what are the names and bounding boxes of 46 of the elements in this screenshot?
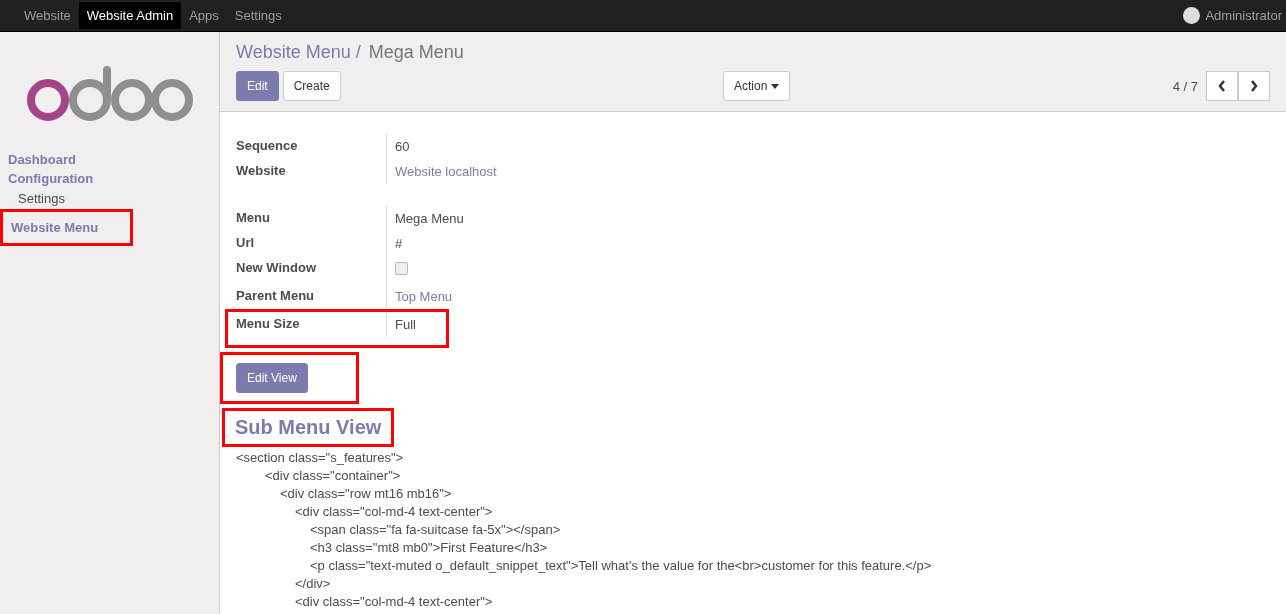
create-button[interactable]: Create bbox=[282, 71, 341, 101]
top-menu-item[interactable]: Website Admin bbox=[78, 2, 182, 29]
code-line: <section class="s_features"> bbox=[236, 449, 405, 467]
next-button[interactable] bbox=[1238, 71, 1270, 101]
field-link[interactable]: Website localhost bbox=[386, 159, 736, 184]
field-label: Parent Menu bbox=[236, 287, 315, 305]
checkbox[interactable] bbox=[395, 262, 408, 275]
breadcrumb-current: Mega Menu bbox=[368, 42, 464, 63]
previous-button[interactable] bbox=[1206, 71, 1238, 101]
action-dropdown[interactable]: Action bbox=[723, 71, 791, 101]
edit-view-button[interactable]: Edit View bbox=[236, 363, 308, 393]
code-line: <span class="fa fa-suitcase fa-5x"></span> bbox=[309, 521, 562, 539]
chevron-right-icon bbox=[1250, 80, 1258, 92]
sidebar-item[interactable]: Settings bbox=[0, 188, 219, 209]
code-line: <div class="col-md-4 text-center"> bbox=[294, 593, 494, 611]
field-label: Url bbox=[236, 234, 256, 252]
field-value: Full bbox=[386, 312, 446, 337]
field-label: Website bbox=[236, 162, 287, 180]
chevron-left-icon bbox=[1218, 80, 1226, 92]
pager-counter: 4 / 7 bbox=[1172, 78, 1198, 94]
sidebar-item[interactable]: Configuration bbox=[0, 169, 219, 188]
code-line: <div class="row mt16 mb16"> bbox=[279, 485, 453, 503]
code-line: <div class="container"> bbox=[264, 467, 402, 485]
top-menu-item[interactable]: Apps bbox=[181, 2, 227, 29]
code-line: <div class="col-md-4 text-center"> bbox=[294, 503, 494, 521]
section-title: Sub Menu View bbox=[234, 415, 383, 440]
user-menu[interactable]: Administrator bbox=[1205, 8, 1282, 23]
field-label: Menu bbox=[236, 209, 271, 227]
code-line: <p class="text-muted o_default_snippet_text">Tell what's the value for the<br>customer for this feature.</p> bbox=[309, 557, 933, 575]
field-label: New Window bbox=[236, 259, 318, 277]
code-line: </div> bbox=[294, 575, 332, 593]
sidebar-item[interactable]: Dashboard bbox=[0, 150, 219, 169]
field-value: # bbox=[386, 231, 736, 256]
avatar[interactable] bbox=[1183, 7, 1201, 24]
field-value: 60 bbox=[386, 134, 736, 159]
field-value: Mega Menu bbox=[386, 206, 736, 231]
field-label: Sequence bbox=[236, 137, 299, 155]
top-menu-item[interactable]: Settings bbox=[226, 2, 290, 29]
edit-button[interactable]: Edit bbox=[236, 71, 279, 101]
field-link[interactable]: Top Menu bbox=[386, 284, 736, 309]
field-label: Menu Size bbox=[236, 315, 301, 333]
breadcrumb-link[interactable]: Website Menu / bbox=[236, 42, 361, 63]
top-menu-item[interactable]: Website bbox=[16, 2, 79, 29]
caret-icon bbox=[771, 83, 780, 89]
sidebar-item[interactable]: Website Menu bbox=[3, 218, 130, 237]
code-line: <h3 class="mt8 mb0">First Feature</h3> bbox=[309, 539, 549, 557]
